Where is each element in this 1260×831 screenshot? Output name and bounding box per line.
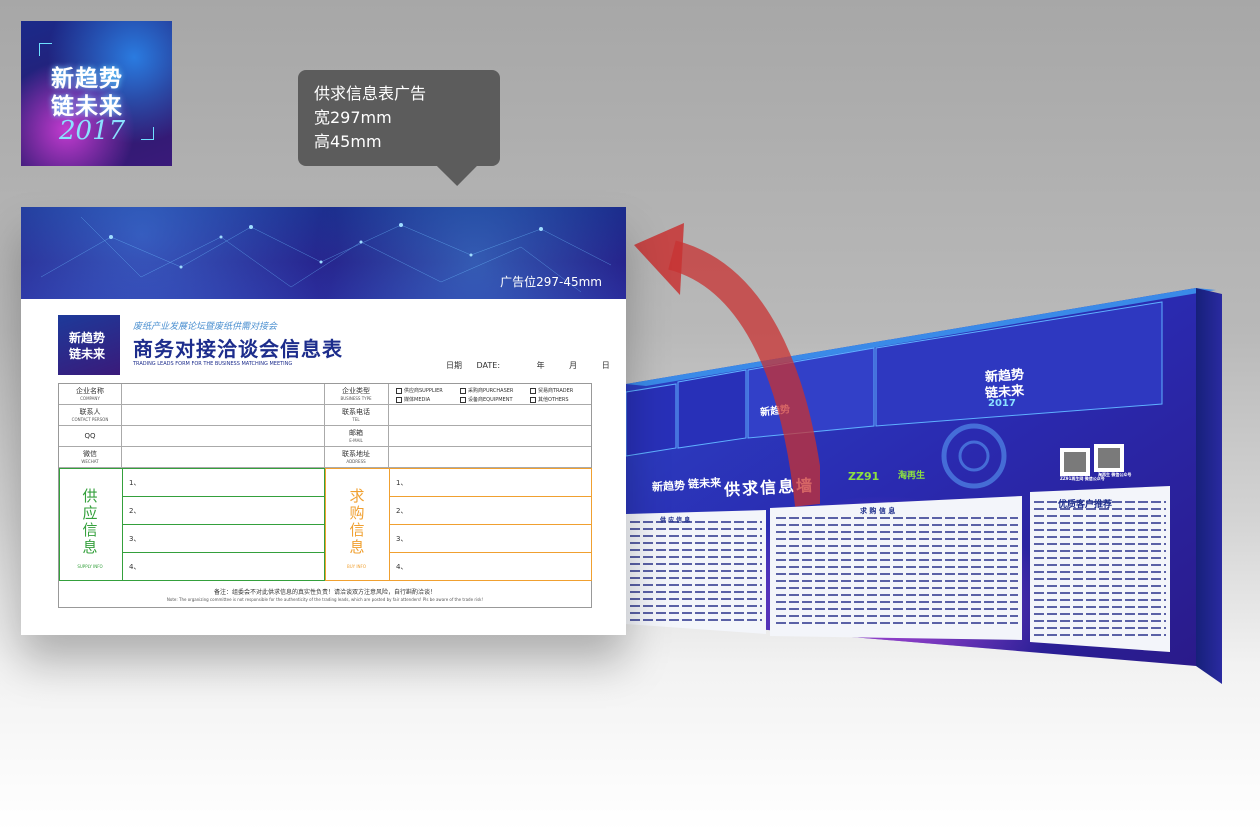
demand-num-1: 1、 bbox=[396, 479, 408, 487]
callout-height: 高45mm bbox=[314, 132, 382, 151]
ad-banner: 广告位297-45mm bbox=[21, 207, 626, 299]
form-logo: 新趋势 链未来 bbox=[58, 315, 120, 375]
demand-row[interactable] bbox=[389, 496, 592, 525]
label-address: 联系地址 ADDRESS bbox=[342, 450, 370, 464]
demand-en: BUY INFO bbox=[346, 564, 366, 569]
wall-side bbox=[1196, 288, 1222, 684]
callout-width: 宽297mm bbox=[314, 108, 392, 127]
demand-row[interactable] bbox=[389, 552, 592, 581]
demand-row[interactable] bbox=[389, 468, 592, 497]
label-wechat: 微信 WECHAT bbox=[81, 450, 99, 464]
checkbox-supplier[interactable]: 供应商SUPPLIER bbox=[396, 387, 443, 394]
label-email: 邮箱 E-MAIL bbox=[349, 429, 363, 443]
label-business-type: 企业类型 BUSINESS TYPE bbox=[340, 387, 372, 401]
form-note: 备注：组委会不对此供求信息的真实性负责！请洽谈双方注意风险，自行斟酌洽谈！ bbox=[213, 589, 436, 596]
checkbox-trader[interactable]: 贸易商TRADER bbox=[530, 387, 573, 394]
checkbox-equipment[interactable]: 设备商EQUIPMENT bbox=[460, 396, 513, 403]
red-arrow bbox=[634, 223, 820, 507]
checkbox-media[interactable]: 媒体MEDIA bbox=[396, 396, 430, 403]
label-company: 企业名称 COMPANY bbox=[76, 387, 104, 401]
demand-row[interactable] bbox=[389, 524, 592, 553]
form-table: 企业名称 COMPANY 联系人 CONTACT PERSON QQ 微信 WECHA… bbox=[58, 383, 592, 608]
demand-num-3: 3、 bbox=[396, 535, 408, 543]
supply-num-1: 1、 bbox=[129, 479, 141, 487]
supply-num-3: 3、 bbox=[129, 535, 141, 543]
trading-leads-form: 广告位297-45mm 新趋势 链未来 废纸产业发展论坛暨废纸供需对接会 商务对… bbox=[21, 207, 626, 635]
size-callout: 供求信息表广告 宽297mm 高45mm bbox=[298, 70, 500, 166]
supply-en: SUPPLY INFO bbox=[77, 564, 103, 569]
supply-num-4: 4、 bbox=[129, 563, 141, 571]
demand-vertical-label: 求购信息 bbox=[349, 487, 365, 556]
date-month: 月 bbox=[569, 361, 578, 370]
logo-corner bbox=[141, 127, 154, 140]
date-label: 日期 DATE: bbox=[446, 361, 501, 370]
supply-row[interactable] bbox=[122, 524, 325, 553]
date-day: 日 bbox=[601, 361, 610, 370]
checkbox-others[interactable]: 其他OTHERS bbox=[530, 396, 569, 403]
date-year: 年 bbox=[536, 361, 545, 370]
event-logo: 新趋势 链未来 2017 bbox=[21, 21, 172, 166]
form-logo-line1: 新趋势 bbox=[69, 331, 106, 345]
form-date: 日期 DATE: 年 月 日 bbox=[446, 360, 610, 371]
form-title: 商务对接洽谈会信息表 bbox=[133, 337, 343, 361]
callout-title: 供求信息表广告 bbox=[314, 84, 427, 103]
supply-row[interactable] bbox=[122, 552, 325, 581]
label-tel: 联系电话 TEL bbox=[342, 408, 370, 422]
supply-row[interactable] bbox=[122, 496, 325, 525]
supply-row[interactable] bbox=[122, 468, 325, 497]
logo-year: 2017 bbox=[59, 116, 126, 146]
label-qq: QQ bbox=[84, 432, 96, 440]
callout-tail bbox=[434, 164, 490, 186]
form-english-title: TRADING LEADS FORM FOR THE BUSINESS MATC… bbox=[133, 361, 293, 367]
demand-num-4: 4、 bbox=[396, 563, 408, 571]
banner-size-label: 广告位297-45mm bbox=[500, 275, 602, 289]
demand-num-2: 2、 bbox=[396, 507, 408, 515]
logo-corner bbox=[39, 43, 52, 56]
checkbox-purchaser[interactable]: 采购商PURCHASER bbox=[460, 387, 513, 394]
form-logo-line2: 链未来 bbox=[69, 347, 106, 361]
supply-num-2: 2、 bbox=[129, 507, 141, 515]
form-note-en: Note: The organizing committee is not re… bbox=[166, 597, 484, 602]
form-subtitle: 废纸产业发展论坛暨废纸供需对接会 bbox=[133, 322, 278, 332]
label-contact: 联系人 CONTACT PERSON bbox=[71, 408, 109, 422]
supply-vertical-label: 供应信息 bbox=[82, 487, 98, 556]
